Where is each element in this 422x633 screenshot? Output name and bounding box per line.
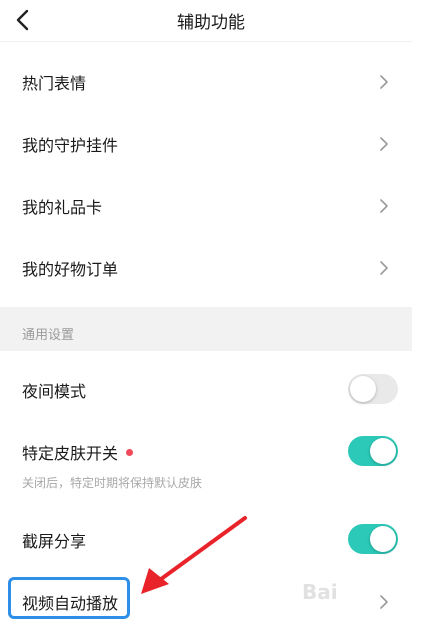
setting-skin-switch: 特定皮肤开关 关闭后，特定时期将保持默认皮肤 <box>0 420 412 500</box>
menu-item-label: 热门表情 <box>22 74 87 93</box>
watermark: Bai <box>302 580 338 604</box>
annotation-arrow-icon <box>141 516 247 594</box>
top-bar: 辅助功能 <box>0 0 422 42</box>
section-header: 通用设置 <box>0 307 412 351</box>
chevron-right-icon <box>378 260 390 276</box>
setting-note: 关闭后，特定时期将保持默认皮肤 <box>22 476 203 490</box>
setting-label: 特定皮肤开关 <box>22 440 134 464</box>
chevron-right-icon <box>378 136 390 152</box>
menu-item-gift-card[interactable]: 我的礼品卡 <box>0 174 412 236</box>
skin-switch-toggle[interactable] <box>348 436 398 466</box>
skin-switch-label: 特定皮肤开关 <box>22 444 119 463</box>
menu-item-label: 我的好物订单 <box>22 260 119 279</box>
toggle-knob <box>350 376 376 402</box>
menu-item-label: 我的礼品卡 <box>22 198 103 217</box>
toggle-knob <box>370 526 396 552</box>
screen-edge <box>412 0 422 633</box>
menu-item-hot-emoji[interactable]: 热门表情 <box>0 50 412 112</box>
new-badge-dot <box>126 449 134 456</box>
chevron-right-icon <box>378 198 390 214</box>
setting-label: 截屏分享 <box>22 532 87 551</box>
menu-item-guard-pendant[interactable]: 我的守护挂件 <box>0 112 412 174</box>
screenshot-share-toggle[interactable] <box>348 524 398 554</box>
page-title: 辅助功能 <box>177 13 245 33</box>
night-mode-toggle[interactable] <box>348 374 398 404</box>
toggle-knob <box>370 438 396 464</box>
setting-night-mode: 夜间模式 <box>0 358 412 420</box>
highlight-box <box>8 577 130 619</box>
chevron-right-icon <box>378 74 390 90</box>
section-title: 通用设置 <box>22 328 75 343</box>
menu-item-goods-orders[interactable]: 我的好物订单 <box>0 236 412 298</box>
chevron-right-icon <box>378 594 390 610</box>
menu-item-label: 我的守护挂件 <box>22 136 119 155</box>
setting-label: 夜间模式 <box>22 382 87 401</box>
